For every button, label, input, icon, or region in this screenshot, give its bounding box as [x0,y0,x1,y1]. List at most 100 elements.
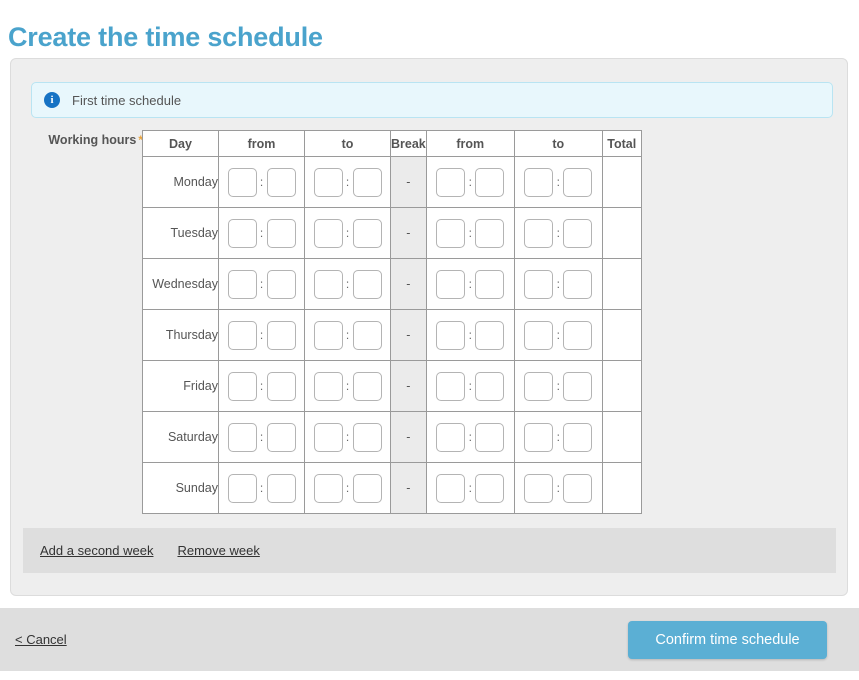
to-2-monday-group: : [515,167,602,197]
to-1-tuesday-minutes-input[interactable] [352,218,382,248]
to-2-sunday-group: : [515,473,602,503]
to-1-saturday-group: : [305,422,390,452]
from-1-monday: : [218,156,305,208]
break-cell-friday: - [390,360,427,412]
to-2-saturday-hours-input[interactable] [524,422,554,452]
to-2-wednesday-minutes-input[interactable] [563,269,593,299]
to-1-sunday-hours-input[interactable] [313,473,343,503]
info-banner-text: First time schedule [72,92,182,108]
to-1-saturday-hours-input[interactable] [313,422,343,452]
to-2-wednesday-group: : [515,269,602,299]
time-colon-separator: : [345,379,350,393]
to-2-tuesday-hours-input[interactable] [524,218,554,248]
time-colon-separator: : [556,328,560,342]
to-1-thursday-minutes-input[interactable] [352,320,382,350]
from-2-monday-hours-input[interactable] [436,167,466,197]
from-2-sunday-minutes-input[interactable] [475,473,505,503]
from-2-thursday-hours-input[interactable] [436,320,466,350]
to-1-thursday-group: : [305,320,390,350]
from-1-tuesday-minutes-input[interactable] [266,218,296,248]
from-1-friday-minutes-input[interactable] [266,371,296,401]
from-1-saturday-hours-input[interactable] [227,422,257,452]
table-row: Friday:: -:: [142,360,642,412]
from-1-friday-hours-input[interactable] [227,371,257,401]
table-row: Monday:: -:: [142,156,642,208]
time-colon-separator: : [468,328,472,342]
to-1-wednesday-hours-input[interactable] [313,269,343,299]
to-1-thursday-hours-input[interactable] [313,320,343,350]
to-2-sunday-minutes-input[interactable] [563,473,593,503]
to-1-saturday-minutes-input[interactable] [352,422,382,452]
from-1-wednesday-hours-input[interactable] [227,269,257,299]
to-1-tuesday-group: : [305,218,390,248]
to-2-friday-hours-input[interactable] [524,371,554,401]
to-2-friday: : [513,360,603,412]
to-1-friday-minutes-input[interactable] [352,371,382,401]
from-2-monday-minutes-input[interactable] [475,167,505,197]
to-1-tuesday-hours-input[interactable] [313,218,343,248]
from-1-saturday: : [218,411,305,463]
to-2-monday: : [513,156,603,208]
from-2-friday-hours-input[interactable] [436,371,466,401]
from-2-tuesday: : [425,207,515,259]
to-1-friday-hours-input[interactable] [313,371,343,401]
confirm-time-schedule-button[interactable]: Confirm time schedule [628,621,827,659]
add-second-week-link[interactable]: Add a second week [40,543,153,558]
break-cell-wednesday: - [390,258,427,310]
from-2-wednesday-hours-input[interactable] [436,269,466,299]
from-2-sunday-group: : [427,473,514,503]
from-1-thursday-hours-input[interactable] [227,320,257,350]
from-2-thursday-minutes-input[interactable] [475,320,505,350]
from-2-friday-minutes-input[interactable] [475,371,505,401]
to-1-monday-hours-input[interactable] [313,167,343,197]
from-1-wednesday-minutes-input[interactable] [266,269,296,299]
working-hours-label: Working hours * [33,133,143,147]
info-banner: i First time schedule [31,82,833,118]
time-colon-separator: : [345,430,350,444]
from-1-thursday: : [218,309,305,361]
working-hours-table: Day from to Break from to Total Monday::… [142,130,642,514]
from-1-sunday-hours-input[interactable] [227,473,257,503]
to-2-saturday-minutes-input[interactable] [563,422,593,452]
to-2-sunday-hours-input[interactable] [524,473,554,503]
time-colon-separator: : [556,277,560,291]
from-2-monday-group: : [427,167,514,197]
from-1-thursday-minutes-input[interactable] [266,320,296,350]
table-row: Wednesday:: -:: [142,258,642,310]
time-colon-separator: : [556,379,560,393]
to-1-wednesday-minutes-input[interactable] [352,269,382,299]
from-1-friday: : [218,360,305,412]
from-2-sunday-hours-input[interactable] [436,473,466,503]
from-2-saturday-hours-input[interactable] [436,422,466,452]
to-1-monday-minutes-input[interactable] [352,167,382,197]
to-2-saturday: : [513,411,603,463]
to-1-sunday: : [304,462,391,514]
page-title: Create the time schedule [8,22,323,53]
from-2-tuesday-minutes-input[interactable] [475,218,505,248]
to-2-monday-minutes-input[interactable] [563,167,593,197]
from-1-sunday-minutes-input[interactable] [266,473,296,503]
to-2-tuesday-minutes-input[interactable] [563,218,593,248]
to-2-thursday-hours-input[interactable] [524,320,554,350]
schedule-panel: i First time schedule Working hours * Day… [10,58,848,596]
to-2-friday-minutes-input[interactable] [563,371,593,401]
to-2-wednesday-hours-input[interactable] [524,269,554,299]
to-1-wednesday-group: : [305,269,390,299]
to-1-friday-group: : [305,371,390,401]
from-2-saturday-minutes-input[interactable] [475,422,505,452]
from-1-saturday-minutes-input[interactable] [266,422,296,452]
to-2-monday-hours-input[interactable] [524,167,554,197]
to-1-sunday-minutes-input[interactable] [352,473,382,503]
from-2-tuesday-hours-input[interactable] [436,218,466,248]
from-1-monday-minutes-input[interactable] [266,167,296,197]
from-1-monday-hours-input[interactable] [227,167,257,197]
working-hours-label-text: Working hours [48,133,137,147]
from-1-tuesday-hours-input[interactable] [227,218,257,248]
from-2-friday-group: : [427,371,514,401]
cancel-link[interactable]: < Cancel [15,632,67,647]
remove-week-link[interactable]: Remove week [177,543,259,558]
time-colon-separator: : [259,175,264,189]
table-header-row: Day from to Break from to Total [142,130,642,157]
to-2-thursday-minutes-input[interactable] [563,320,593,350]
from-2-wednesday-minutes-input[interactable] [475,269,505,299]
